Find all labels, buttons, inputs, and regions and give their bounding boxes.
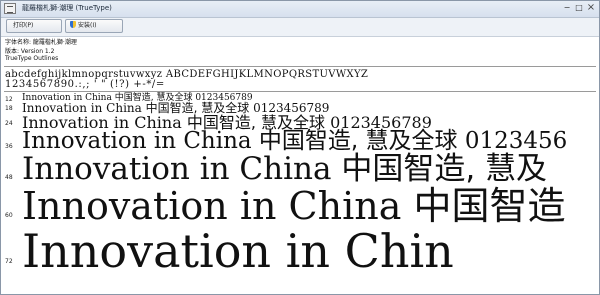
shield-icon [70, 21, 76, 28]
version-info: 版本: Version 1.2 [5, 48, 55, 55]
sample-size-label: 24 [5, 120, 13, 127]
title-bar[interactable]: 龍羅楷札獅·潮理 (TrueType) − □ × [1, 1, 599, 18]
sample-cjk: 中国智造 [413, 184, 566, 228]
sample-text-row: Innovation in China 中国智造 [22, 187, 565, 225]
charset-digits-punctuation: 1234567890.:,; ' " (!?) +-*/= [5, 79, 165, 90]
divider [4, 91, 596, 92]
minimize-button[interactable]: − [561, 3, 573, 13]
font-name-info: 字体名称: 龍羅楷札獅·潮理 [5, 39, 77, 46]
install-button-label: 安装(I) [78, 22, 97, 29]
sample-size-label: 36 [5, 143, 13, 150]
window-title: 龍羅楷札獅·潮理 (TrueType) [22, 4, 112, 12]
sample-size-label: 48 [5, 174, 13, 181]
print-button[interactable]: 打印(P) [6, 19, 62, 33]
maximize-button[interactable]: □ [573, 3, 585, 13]
sample-latin: Innovation in China [22, 184, 414, 228]
toolbar: 打印(P) 安装(I) [1, 18, 599, 37]
font-file-icon [4, 3, 16, 14]
install-button[interactable]: 安装(I) [65, 19, 123, 33]
font-viewer-window: 龍羅楷札獅·潮理 (TrueType) − □ × 打印(P) 安装(I) 字体… [0, 0, 600, 295]
sample-size-label: 72 [5, 258, 13, 265]
sample-size-label: 60 [5, 212, 13, 219]
type-info: TrueType Outlines [5, 55, 59, 62]
sample-text-row: Innovation in China 中国智造, 慧及全球 0123456 [22, 130, 567, 153]
sample-size-label: 18 [5, 105, 13, 112]
sample-latin: Innovation in China [22, 151, 342, 187]
sample-cjk: 中国智造, 慧及 [341, 151, 548, 187]
close-button[interactable]: × [585, 3, 597, 13]
sample-latin: Innovation in Chin [22, 224, 454, 278]
sample-text-row: Innovation in China 中国智造, 慧及 [22, 154, 547, 185]
sample-text-row: Innovation in Chin [22, 228, 454, 274]
print-button-label: 打印(P) [13, 22, 34, 29]
sample-size-label: 12 [5, 96, 13, 103]
divider [4, 66, 596, 67]
